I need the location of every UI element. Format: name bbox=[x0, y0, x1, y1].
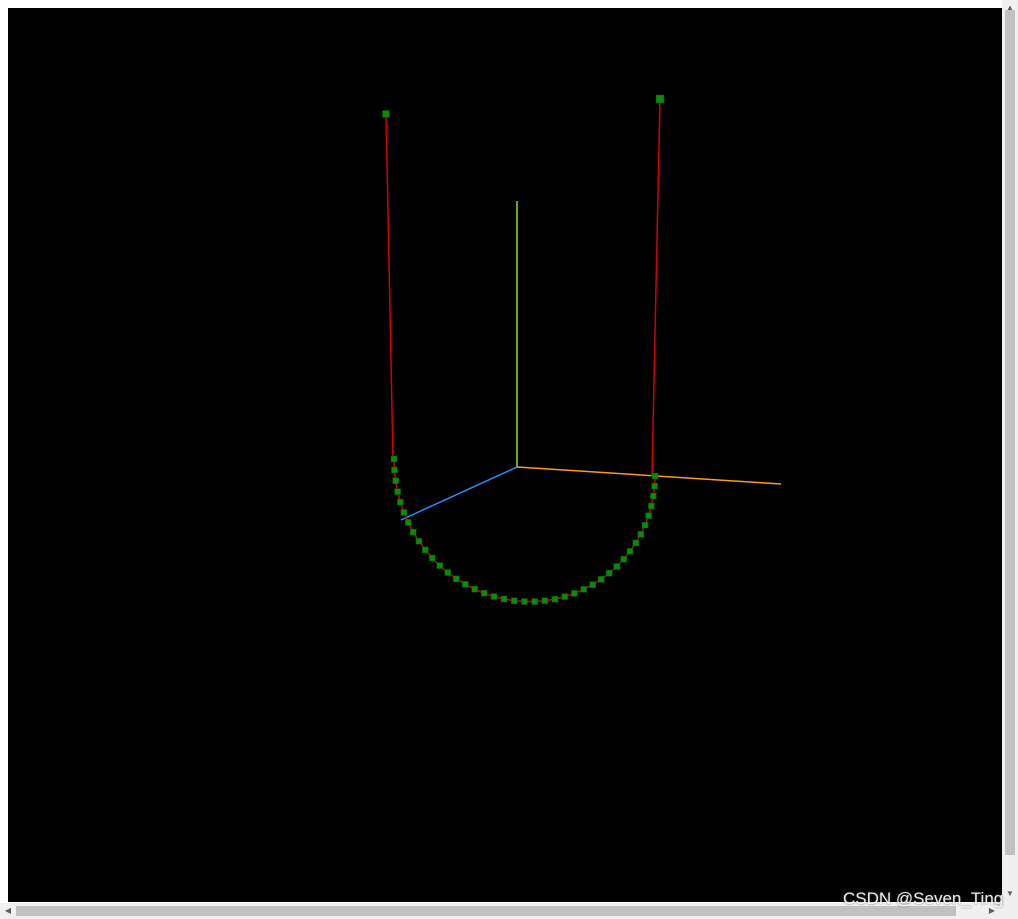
threejs-canvas[interactable] bbox=[8, 8, 1002, 902]
scene-svg bbox=[382, 94, 782, 605]
curve-marker bbox=[436, 562, 443, 569]
curve-marker bbox=[382, 110, 390, 118]
curve-marker bbox=[637, 531, 645, 538]
triangle-down-icon[interactable]: ▼ bbox=[1002, 886, 1018, 902]
curve-marker bbox=[531, 598, 538, 605]
curve-marker bbox=[422, 546, 429, 554]
vertical-scrollbar[interactable]: ▲ ▼ bbox=[1002, 0, 1018, 903]
curve-marker bbox=[541, 597, 549, 604]
curve-marker bbox=[561, 593, 569, 600]
curve-marker bbox=[645, 512, 652, 519]
curve-marker bbox=[521, 598, 528, 605]
curve-marker bbox=[490, 593, 498, 600]
curve-marker bbox=[415, 537, 423, 545]
watermark-text: CSDN @Seven_Ting bbox=[843, 889, 1004, 908]
curve-marker bbox=[651, 472, 659, 480]
curve-marker bbox=[453, 575, 460, 583]
curve-marker bbox=[641, 521, 649, 529]
curve-marker bbox=[409, 528, 417, 536]
curve-marker bbox=[394, 488, 401, 495]
curve-marker bbox=[400, 509, 408, 516]
curve-marker bbox=[444, 569, 452, 576]
curve-marker bbox=[589, 581, 596, 588]
curve-markers bbox=[382, 94, 665, 605]
curve-marker bbox=[471, 585, 478, 593]
curve-marker bbox=[580, 586, 587, 593]
curve-marker bbox=[392, 477, 399, 485]
curve-marker bbox=[428, 554, 436, 562]
curve-marker bbox=[511, 597, 518, 604]
x-axis-line bbox=[516, 466, 782, 485]
curve-marker bbox=[462, 581, 469, 588]
scrollbar-corner bbox=[1002, 903, 1018, 919]
curve-marker bbox=[626, 548, 634, 555]
horizontal-scroll-thumb[interactable] bbox=[16, 906, 956, 916]
browser-viewport: ▲ ▼ ◀ ▶ CSDN @Seven_Ting bbox=[0, 0, 1018, 919]
curve-marker bbox=[655, 94, 665, 104]
curve-marker bbox=[500, 595, 508, 603]
curve-marker bbox=[480, 589, 488, 597]
z-axis-line bbox=[400, 466, 518, 521]
curve-marker bbox=[632, 539, 640, 547]
curve-marker bbox=[391, 466, 398, 474]
curve-marker bbox=[606, 569, 613, 577]
curve-marker bbox=[390, 455, 398, 463]
curve-marker bbox=[404, 519, 412, 526]
triangle-left-icon[interactable]: ◀ bbox=[0, 903, 16, 919]
curve-marker bbox=[397, 498, 404, 506]
curve-marker bbox=[597, 576, 605, 583]
axes-helper bbox=[400, 201, 782, 521]
curve-marker bbox=[613, 563, 621, 570]
curve-marker bbox=[651, 482, 658, 490]
curve-marker bbox=[650, 492, 657, 500]
curve-marker bbox=[551, 595, 559, 603]
vertical-scroll-thumb[interactable] bbox=[1005, 10, 1015, 855]
curve-line bbox=[385, 98, 661, 603]
curve-marker bbox=[571, 590, 578, 597]
curve-marker bbox=[648, 502, 655, 510]
curve-marker bbox=[620, 555, 627, 563]
